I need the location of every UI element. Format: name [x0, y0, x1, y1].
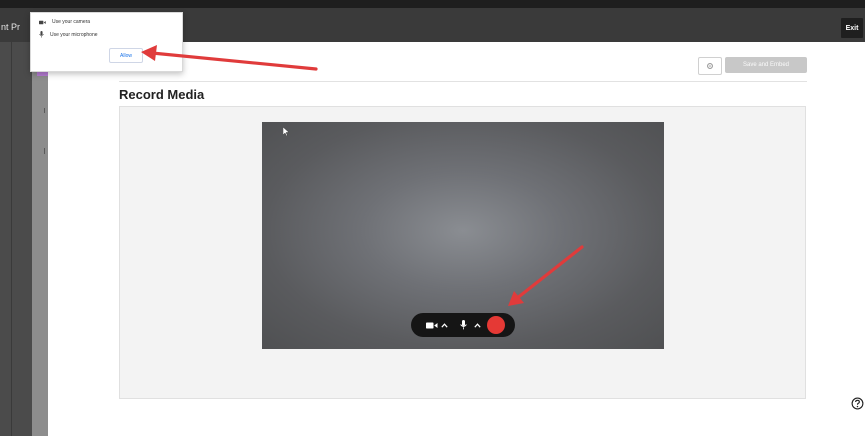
- camera-permission-label: Use your camera: [52, 19, 91, 25]
- permission-popup: Use your camera Use your microphone Allo…: [30, 12, 183, 72]
- mouse-cursor-icon: [283, 127, 290, 136]
- page-title: Record Media: [119, 87, 205, 102]
- chevron-up-icon: [473, 322, 481, 328]
- microphone-permission-row: Use your microphone: [39, 31, 98, 38]
- sidebar-divider: [11, 42, 12, 436]
- settings-button[interactable]: [698, 57, 722, 75]
- microphone-icon: [459, 320, 467, 330]
- camera-permission-row: Use your camera: [39, 19, 90, 25]
- video-camera-icon: [39, 20, 46, 24]
- header-divider: [119, 81, 807, 82]
- save-and-embed-button[interactable]: Save and Embed: [725, 57, 807, 73]
- allow-button[interactable]: Allow: [109, 48, 143, 63]
- recording-controls: [411, 313, 515, 337]
- left-sidebar-dark: [0, 42, 32, 436]
- video-camera-icon: [426, 322, 438, 328]
- gear-icon: [707, 63, 713, 69]
- camera-toggle[interactable]: [425, 313, 439, 337]
- camera-options[interactable]: [439, 313, 449, 337]
- microphone-options[interactable]: [472, 313, 482, 337]
- microphone-permission-label: Use your microphone: [50, 31, 98, 38]
- exit-button[interactable]: Exit: [841, 18, 863, 38]
- window-title-fragment: nt Pr: [1, 22, 21, 32]
- help-icon[interactable]: [851, 397, 864, 410]
- microphone-toggle[interactable]: [458, 313, 468, 337]
- microphone-icon: [39, 31, 44, 38]
- sidebar-marker: [44, 148, 45, 154]
- record-button[interactable]: [487, 316, 505, 334]
- left-sidebar-gray: [32, 42, 48, 436]
- sidebar-marker: [44, 108, 45, 113]
- chevron-up-icon: [440, 322, 448, 328]
